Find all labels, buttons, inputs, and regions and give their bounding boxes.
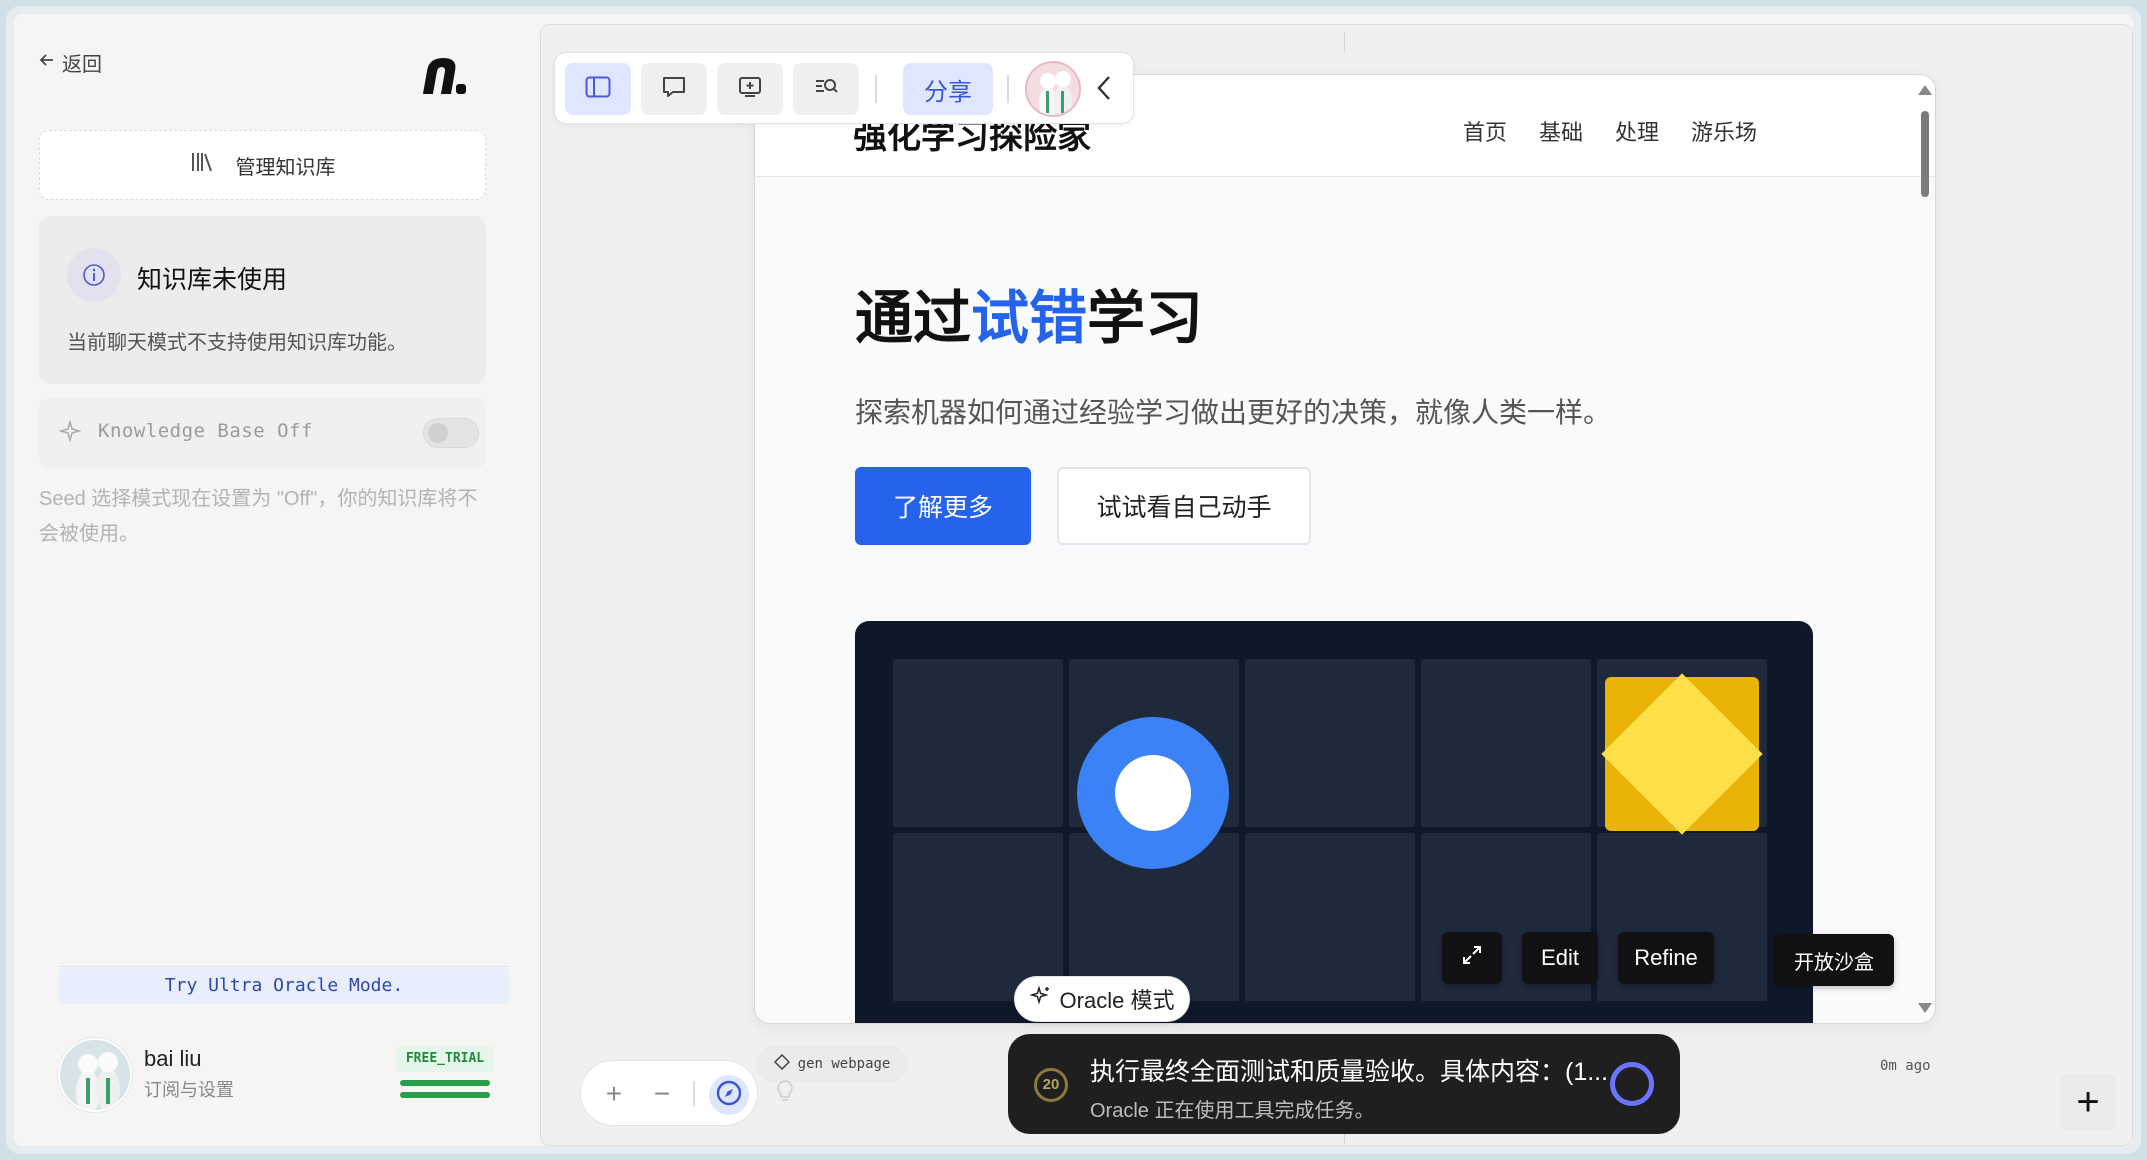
preview-scrollbar[interactable] xyxy=(1921,111,1929,197)
scroll-down-arrow[interactable] xyxy=(1918,1003,1932,1013)
plan-badge: FREE_TRIAL xyxy=(396,1046,494,1072)
grid-cell[interactable] xyxy=(893,659,1063,827)
kb-status-description: 当前聊天模式不支持使用知识库功能。 xyxy=(67,332,407,354)
add-screen-button[interactable] xyxy=(717,63,783,115)
user-avatar[interactable] xyxy=(58,1038,132,1112)
lightbulb-icon[interactable] xyxy=(774,1078,796,1109)
center-guide-top xyxy=(1344,32,1345,52)
search-doc-button[interactable] xyxy=(793,63,859,115)
sidebar-divider xyxy=(59,966,509,967)
sidebar-panel-icon xyxy=(585,76,611,103)
node-label: gen webpage xyxy=(797,1056,891,1072)
sidebar: 返回 管理知识库 知识库未使用 当前聊天模式不支持使用知识库功能。 Knowle… xyxy=(14,14,538,1146)
zoom-divider xyxy=(693,1081,695,1107)
hero-title-accent: 试错 xyxy=(971,286,1088,351)
preview-hero-title: 通过试错学习 xyxy=(855,271,1203,355)
app-logo xyxy=(422,54,478,98)
task-progress-toast[interactable]: 20 执行最终全面测试和质量验收。具体内容：(1... Oracle 正在使用工… xyxy=(1008,1034,1680,1134)
learn-more-button[interactable]: 了解更多 xyxy=(855,467,1031,545)
arrow-left-icon xyxy=(38,51,56,75)
canvas-toolbar: 分享 xyxy=(554,52,1134,124)
grid-cell[interactable] xyxy=(1245,659,1415,827)
preview-nav-playground[interactable]: 游乐场 xyxy=(1691,115,1757,147)
search-doc-icon xyxy=(813,75,839,104)
preview-nav-home[interactable]: 首页 xyxy=(1463,115,1507,147)
back-label: 返回 xyxy=(62,54,102,76)
webpage-preview[interactable]: 强化学习探险家 首页 基础 处理 游乐场 通过试错学习 探索机器如何通过经验学习… xyxy=(754,74,1936,1024)
preview-nav-basics[interactable]: 基础 xyxy=(1539,115,1583,147)
kb-toggle-label: Knowledge Base Off xyxy=(98,420,313,442)
hero-title-after: 学习 xyxy=(1087,286,1204,351)
seed-note: Seed 选择模式现在设置为 "Off"，你的知识库将不会被使用。 xyxy=(39,488,478,545)
preview-nav-processing[interactable]: 处理 xyxy=(1615,115,1659,147)
add-node-button[interactable]: + xyxy=(2060,1074,2116,1130)
info-icon xyxy=(67,248,121,302)
loading-spinner-icon xyxy=(1610,1062,1654,1106)
toolbar-divider xyxy=(875,75,877,103)
kb-toggle-row: Knowledge Base Off xyxy=(39,398,486,468)
usage-bar-secondary xyxy=(400,1092,490,1098)
open-sandbox-button[interactable]: 开放沙盒 xyxy=(1774,934,1894,986)
edit-button[interactable]: Edit xyxy=(1522,932,1598,984)
user-settings-link[interactable]: 订阅与设置 xyxy=(144,1076,234,1102)
kb-toggle-switch[interactable] xyxy=(423,418,479,448)
hero-title-before: 通过 xyxy=(855,286,972,351)
task-step-count: 20 xyxy=(1034,1068,1068,1102)
collaborator-avatar[interactable] xyxy=(1025,61,1081,117)
share-button[interactable]: 分享 xyxy=(903,63,993,115)
try-it-button[interactable]: 试试看自己动手 xyxy=(1057,467,1311,545)
ultra-oracle-link[interactable]: Try Ultra Oracle Mode. xyxy=(59,968,509,1004)
sparkles-icon xyxy=(1028,985,1052,1013)
zoom-out-button[interactable]: − xyxy=(643,1075,681,1113)
grid-cell[interactable] xyxy=(1421,659,1591,827)
toolbar-divider xyxy=(1007,75,1009,103)
manage-kb-label: 管理知识库 xyxy=(235,156,336,179)
scroll-up-arrow[interactable] xyxy=(1918,85,1932,95)
task-title: 执行最终全面测试和质量验收。具体内容：(1... xyxy=(1090,1058,1609,1086)
kb-status-title: 知识库未使用 xyxy=(137,266,288,294)
app: 返回 管理知识库 知识库未使用 当前聊天模式不支持使用知识库功能。 Knowle… xyxy=(14,14,2133,1146)
sparkle-icon xyxy=(58,419,82,447)
diamond-icon xyxy=(773,1053,790,1074)
manage-kb-button[interactable]: 管理知识库 xyxy=(39,130,486,200)
preview-hero-subtitle: 探索机器如何通过经验学习做出更好的决策，就像人类一样。 xyxy=(855,397,1612,428)
library-icon xyxy=(190,151,214,179)
task-subtitle: Oracle 正在使用工具完成任务。 xyxy=(1090,1100,1375,1122)
add-screen-icon xyxy=(737,75,763,104)
timestamp: 0m ago xyxy=(1880,1058,1931,1074)
chat-icon xyxy=(661,75,687,104)
expand-icon xyxy=(1461,944,1483,972)
usage-bar xyxy=(400,1080,490,1086)
grid-cell[interactable] xyxy=(1245,833,1415,1001)
chat-button[interactable] xyxy=(641,63,707,115)
user-name[interactable]: bai liu xyxy=(144,1046,201,1072)
kb-status-card: 知识库未使用 当前聊天模式不支持使用知识库功能。 xyxy=(39,216,486,384)
compass-icon xyxy=(715,1079,743,1112)
refine-button[interactable]: Refine xyxy=(1618,932,1714,984)
back-link[interactable]: 返回 xyxy=(38,48,102,77)
oracle-mode-pill[interactable]: Oracle 模式 xyxy=(1014,976,1190,1022)
zoom-in-button[interactable]: + xyxy=(595,1075,633,1113)
node-label-chip[interactable]: gen webpage xyxy=(756,1046,908,1082)
compass-button[interactable] xyxy=(709,1075,749,1115)
expand-button[interactable] xyxy=(1442,932,1502,984)
agent-marker-core xyxy=(1115,755,1191,831)
zoom-controls: + − xyxy=(580,1060,758,1126)
oracle-mode-label: Oracle 模式 xyxy=(1059,988,1175,1013)
chevron-left-icon[interactable] xyxy=(1095,73,1115,108)
toggle-sidebar-button[interactable] xyxy=(565,63,631,115)
